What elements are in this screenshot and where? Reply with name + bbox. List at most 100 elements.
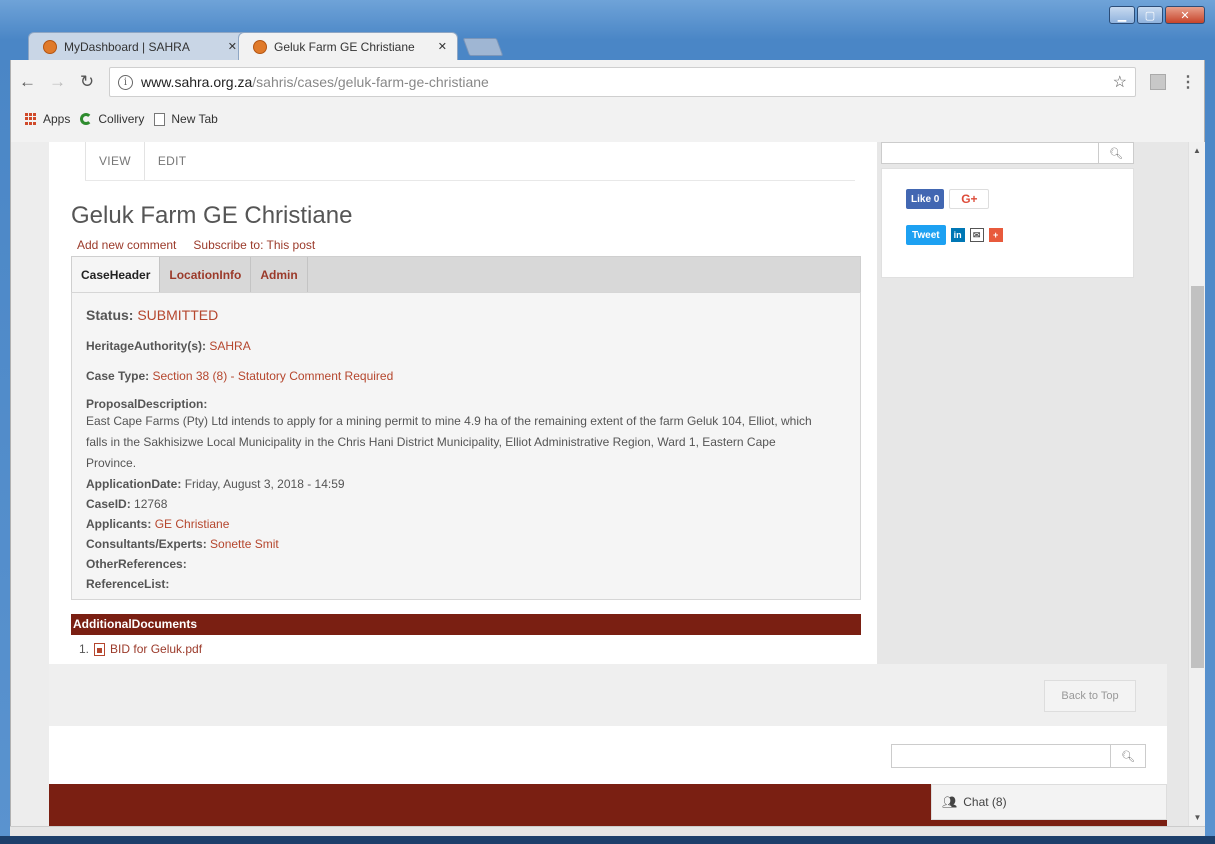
- additional-documents-header: AdditionalDocuments: [71, 614, 861, 635]
- back-to-top-button[interactable]: Back to Top: [1044, 680, 1136, 712]
- case-type-label: Case Type:: [86, 369, 150, 383]
- case-type-value[interactable]: Section 38 (8) - Statutory Comment Requi…: [152, 369, 393, 383]
- page-icon: [154, 112, 166, 126]
- forward-arrow-icon[interactable]: →: [49, 72, 66, 92]
- page-viewport: VIEW EDIT Geluk Farm GE Christiane Add n…: [10, 142, 1205, 826]
- consultants-field: Consultants/Experts: Sonette Smit: [86, 534, 846, 554]
- facebook-like-button[interactable]: Like 0: [906, 189, 945, 209]
- footer-search: 🔍︎: [891, 744, 1146, 768]
- heritage-authority-field: HeritageAuthority(s): SAHRA: [86, 339, 846, 353]
- tab-caseheader[interactable]: CaseHeader: [72, 257, 161, 292]
- menu-dots-icon[interactable]: ⋮: [1180, 72, 1196, 92]
- consultants-value[interactable]: Sonette Smit: [210, 537, 279, 551]
- footer-search-input[interactable]: [891, 744, 1111, 768]
- tab-edit[interactable]: EDIT: [145, 142, 200, 180]
- close-window-button[interactable]: ✕: [1165, 6, 1205, 24]
- status-field: Status: SUBMITTED: [86, 307, 846, 323]
- view-edit-tabs: VIEW EDIT: [85, 142, 199, 180]
- search-icon[interactable]: 🔍︎: [1111, 744, 1146, 768]
- horizontal-scrollbar[interactable]: [10, 826, 1205, 836]
- pdf-icon: [94, 642, 106, 656]
- scroll-up-arrow-icon[interactable]: ▲: [1189, 142, 1205, 159]
- bookmark-star-icon[interactable]: ☆: [1113, 72, 1127, 92]
- page-gutter: [11, 142, 49, 826]
- consultants-label: Consultants/Experts:: [86, 537, 207, 551]
- bookmark-label: Collivery: [98, 112, 145, 126]
- status-value: SUBMITTED: [137, 307, 219, 323]
- bookmark-new-tab[interactable]: New Tab: [154, 112, 218, 126]
- tab-locationinfo[interactable]: LocationInfo: [160, 257, 252, 292]
- proposal-description: East Cape Farms (Pty) Ltd intends to app…: [86, 414, 812, 470]
- share-row-bottom: Tweet in ✉ +: [906, 225, 1003, 245]
- reference-list-label: ReferenceList:: [86, 577, 170, 591]
- tab-view[interactable]: VIEW: [85, 142, 145, 180]
- url-text: www.sahra.org.za/sahris/cases/geluk-farm…: [141, 74, 489, 90]
- case-id-label: CaseID:: [86, 497, 131, 511]
- linkedin-icon[interactable]: in: [950, 228, 965, 242]
- chat-users-icon: 👥︎: [942, 795, 958, 809]
- extension-icon[interactable]: [1150, 74, 1166, 90]
- collivery-icon: [80, 113, 93, 125]
- sahra-favicon-icon: [43, 39, 57, 54]
- add-share-icon[interactable]: +: [988, 228, 1003, 242]
- document-link[interactable]: BID for Geluk.pdf: [110, 642, 202, 656]
- bookmark-label: New Tab: [171, 112, 218, 126]
- tab-title: MyDashboard | SAHRA: [64, 39, 190, 54]
- tab-strip: MyDashboard | SAHRA ✕ Geluk Farm GE Chri…: [28, 30, 504, 60]
- share-row-top: Like 0 G+: [906, 189, 990, 209]
- tweet-button[interactable]: Tweet: [906, 225, 946, 245]
- application-date-label: ApplicationDate:: [86, 477, 182, 491]
- application-date-field: ApplicationDate: Friday, August 3, 2018 …: [86, 474, 846, 494]
- browser-toolbar: ← → ↻ i www.sahra.org.za/sahris/cases/ge…: [10, 60, 1205, 142]
- url-path: /sahris/cases/geluk-farm-ge-christiane: [252, 74, 489, 90]
- document-item: 1. BID for Geluk.pdf: [79, 642, 202, 656]
- subscribe-link[interactable]: Subscribe to: This post: [193, 238, 315, 252]
- window-controls: ▁ ▢ ✕: [1109, 6, 1205, 24]
- sahra-favicon-icon: [253, 39, 267, 54]
- tab-mydashboard[interactable]: MyDashboard | SAHRA ✕: [28, 32, 248, 60]
- applicants-label: Applicants:: [86, 517, 152, 531]
- proposal-label: ProposalDescription:: [86, 397, 208, 411]
- applicants-field: Applicants: GE Christiane: [86, 514, 846, 534]
- other-references-field: OtherReferences:: [86, 554, 846, 574]
- bookmarks-bar: Apps Collivery New Tab: [11, 104, 1204, 134]
- back-arrow-icon[interactable]: ←: [19, 72, 36, 92]
- email-icon[interactable]: ✉: [969, 228, 984, 242]
- main-content: VIEW EDIT Geluk Farm GE Christiane Add n…: [49, 142, 877, 664]
- url-host: www.sahra.org.za: [141, 74, 253, 90]
- bookmark-collivery[interactable]: Collivery: [80, 112, 144, 126]
- info-icon[interactable]: i: [118, 74, 133, 90]
- maximize-button[interactable]: ▢: [1137, 6, 1163, 24]
- reload-icon[interactable]: ↻: [79, 72, 95, 92]
- tab-geluk-farm[interactable]: Geluk Farm GE Christiane ✕: [238, 32, 458, 60]
- tab-admin[interactable]: Admin: [251, 257, 308, 292]
- sidebar-search: 🔍︎: [881, 142, 1134, 164]
- scroll-down-arrow-icon[interactable]: ▼: [1189, 809, 1205, 826]
- address-bar[interactable]: i www.sahra.org.za/sahris/cases/geluk-fa…: [109, 67, 1136, 97]
- search-icon[interactable]: 🔍︎: [1099, 142, 1134, 164]
- minimize-button[interactable]: ▁: [1109, 6, 1135, 24]
- google-plus-button[interactable]: G+: [949, 189, 990, 209]
- heritage-value[interactable]: SAHRA: [209, 339, 250, 353]
- status-label: Status:: [86, 307, 134, 323]
- navigation-row: ← → ↻ i www.sahra.org.za/sahris/cases/ge…: [11, 60, 1204, 104]
- document-number: 1.: [79, 642, 90, 656]
- applicants-value[interactable]: GE Christiane: [155, 517, 230, 531]
- taskbar: [0, 836, 1215, 844]
- chat-tab[interactable]: 👥︎ Chat (8): [931, 784, 1167, 820]
- case-header-panel: Status: SUBMITTED HeritageAuthority(s): …: [71, 292, 861, 600]
- share-widget: Like 0 G+ Tweet in ✉ +: [881, 168, 1134, 278]
- chat-label: Chat (8): [963, 795, 1007, 809]
- sidebar-search-input[interactable]: [881, 142, 1099, 164]
- new-tab-button[interactable]: [462, 38, 504, 56]
- close-icon[interactable]: ✕: [228, 40, 237, 53]
- bookmark-apps[interactable]: Apps: [25, 112, 70, 126]
- case-tabs: CaseHeader LocationInfo Admin: [71, 256, 861, 292]
- vertical-scrollbar[interactable]: ▲ ▼: [1188, 142, 1205, 826]
- tabs-divider: [85, 180, 855, 181]
- bookmark-label: Apps: [43, 112, 71, 126]
- post-links: Add new comment Subscribe to: This post: [77, 238, 315, 252]
- scroll-thumb[interactable]: [1191, 286, 1204, 668]
- add-comment-link[interactable]: Add new comment: [77, 238, 176, 252]
- close-icon[interactable]: ✕: [438, 40, 447, 53]
